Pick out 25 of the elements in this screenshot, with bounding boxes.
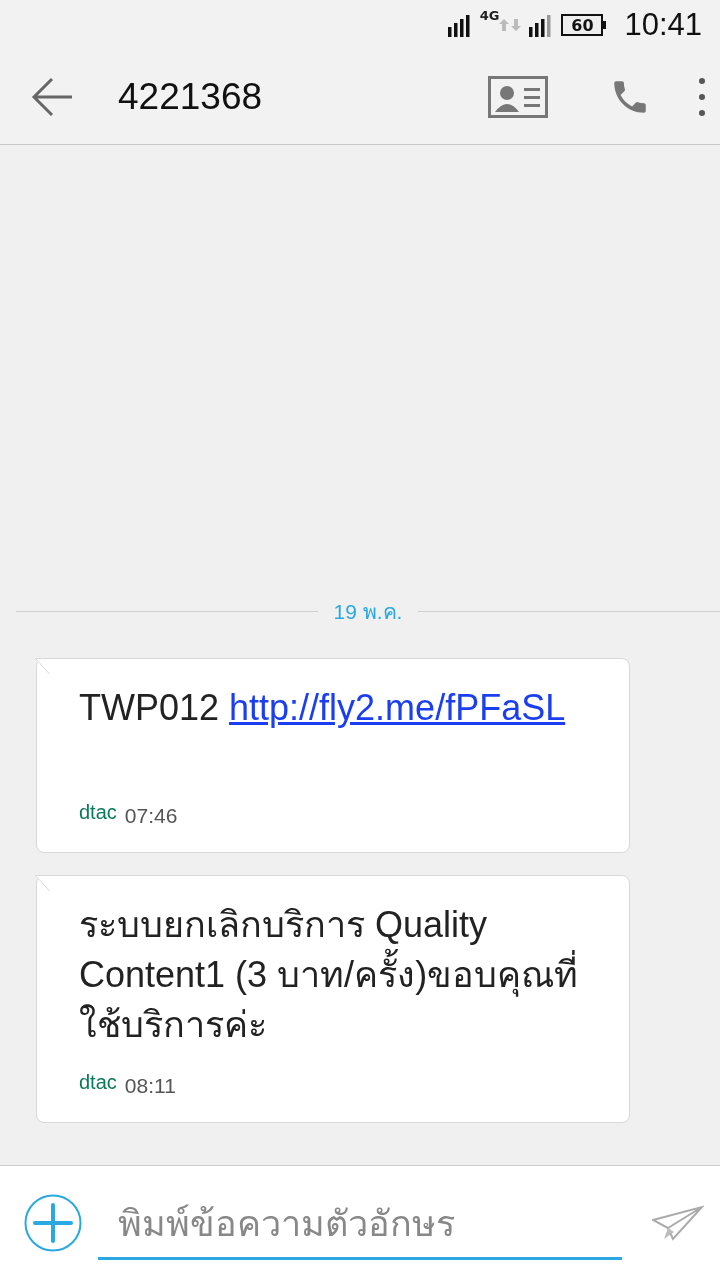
battery-level: 60 <box>561 14 604 36</box>
contact-card-icon <box>488 76 548 118</box>
clock: 10:41 <box>624 7 702 43</box>
paper-plane-icon <box>652 1205 704 1241</box>
menu-button[interactable] <box>698 77 706 117</box>
network-type: 4G <box>479 7 500 23</box>
attach-button[interactable] <box>24 1194 82 1252</box>
send-button[interactable] <box>652 1205 704 1241</box>
date-divider: 19 พ.ค. <box>333 599 403 625</box>
message-time: 08:11 <box>124 1074 176 1098</box>
message-time: 07:46 <box>124 804 178 828</box>
back-button[interactable] <box>30 77 74 117</box>
sender-label: dtac <box>79 801 117 824</box>
data-arrows-icon <box>499 19 522 31</box>
plus-icon <box>24 1194 82 1252</box>
contact-card-button[interactable] <box>488 76 548 118</box>
sender-label: dtac <box>79 1071 117 1094</box>
signal-icon <box>529 13 554 37</box>
more-options-icon <box>698 77 706 117</box>
message-link[interactable]: http://fly2.me/fPFaSL <box>229 687 566 728</box>
back-arrow-icon <box>30 77 74 117</box>
message-text: ระบบยกเลิกบริการ Quality Content1 (3 บาท/ครั้ง)ขอบคุณที่ใช้บริการค่ะ <box>79 903 580 1047</box>
contact-number: 4221368 <box>118 76 264 118</box>
message-text: TWP012 http://fly2.me/fPFaSL <box>79 686 567 730</box>
signal-icon <box>447 13 472 37</box>
